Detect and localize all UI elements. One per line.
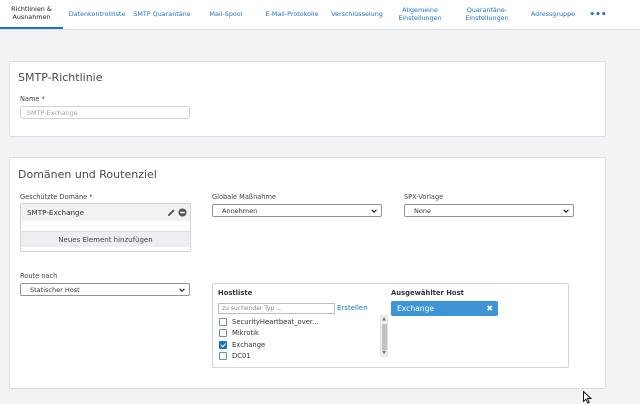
host-list-item-label: Mikrotik bbox=[232, 328, 259, 337]
spx-template-value: None bbox=[414, 206, 431, 215]
host-list-item[interactable]: Exchange bbox=[219, 339, 265, 350]
host-list-item[interactable]: SecurityHeartbeat_over... bbox=[219, 316, 319, 327]
checkbox[interactable] bbox=[219, 328, 227, 337]
tab-encryption[interactable]: Verschlüsselung bbox=[328, 0, 386, 29]
host-list-scrollbar[interactable]: ▲ ▼ bbox=[380, 315, 388, 357]
protected-domain-box: SMTP-Exchange Neues Element hinzufügen bbox=[20, 203, 191, 252]
name-field[interactable]: SMTP-Exchange bbox=[20, 106, 190, 119]
protected-domain-item: SMTP-Exchange bbox=[21, 204, 190, 221]
edit-icon[interactable] bbox=[167, 208, 176, 217]
spx-template-select[interactable]: None bbox=[404, 204, 574, 217]
route-to-value: Statischer Host bbox=[30, 285, 80, 294]
tab-smtp-quarantine[interactable]: SMTP Quarantäne bbox=[131, 0, 193, 29]
host-list-item[interactable]: DC01 bbox=[219, 350, 251, 361]
chevron-down-icon bbox=[179, 288, 185, 292]
scroll-up-icon[interactable]: ▲ bbox=[381, 316, 387, 322]
protected-domain-label: Geschützte Domäne * bbox=[20, 193, 93, 201]
host-picker: Hostliste zu suchender Typ ... Erstellen… bbox=[212, 283, 569, 368]
scrollbar-thumb[interactable] bbox=[382, 324, 387, 350]
selected-host-chip: Exchange ✖ bbox=[391, 301, 498, 316]
host-list-item-label: Exchange bbox=[232, 340, 266, 349]
global-action-value: Annehmen bbox=[222, 206, 258, 215]
tab-mail-spool[interactable]: Mail-Spool bbox=[196, 0, 256, 29]
route-to-label: Route nach bbox=[20, 272, 58, 280]
tab-quarantine-settings[interactable]: Quarantäne- Einstellungen bbox=[456, 0, 518, 29]
checkbox-checked[interactable] bbox=[219, 340, 227, 349]
remove-icon[interactable] bbox=[178, 208, 187, 217]
route-to-select[interactable]: Statischer Host bbox=[20, 283, 190, 296]
host-list-item-label: DC01 bbox=[232, 351, 251, 360]
smtp-policy-panel: SMTP-Richtlinie Name * SMTP-Exchange bbox=[9, 61, 606, 137]
protected-domain-value: SMTP-Exchange bbox=[27, 208, 85, 217]
scroll-down-icon[interactable]: ▼ bbox=[381, 350, 387, 356]
tab-address-group[interactable]: Adressgruppe bbox=[524, 0, 582, 29]
host-list-title: Hostliste bbox=[218, 289, 253, 297]
host-list-item-label: SecurityHeartbeat_over... bbox=[232, 317, 319, 326]
checkbox[interactable] bbox=[219, 351, 227, 360]
panel-title: SMTP-Richtlinie bbox=[18, 71, 103, 84]
tab-data-control-list[interactable]: Datenkontrollliste bbox=[64, 0, 130, 29]
remove-host-icon[interactable]: ✖ bbox=[486, 304, 493, 313]
spx-template-label: SPX-Vorlage bbox=[404, 193, 444, 201]
host-search-input[interactable]: zu suchender Typ ... bbox=[218, 303, 335, 314]
chevron-down-icon bbox=[563, 209, 569, 213]
chevron-down-icon bbox=[371, 209, 377, 213]
tab-email-logs[interactable]: E-Mail-Protokolle bbox=[260, 0, 324, 29]
tab-general-settings[interactable]: Allgemeine Einstellungen bbox=[389, 0, 451, 29]
selected-host-value: Exchange bbox=[397, 304, 435, 313]
host-list-item[interactable]: Mikrotik bbox=[219, 327, 259, 338]
tab-policies-exceptions[interactable]: Richtlinien & Ausnahmen bbox=[0, 0, 63, 29]
add-new-item-button[interactable]: Neues Element hinzufügen bbox=[21, 231, 190, 247]
name-label: Name * bbox=[20, 95, 45, 103]
selected-host-title: Ausgewählter Host bbox=[391, 289, 464, 297]
mouse-cursor-icon bbox=[583, 391, 592, 404]
create-host-link[interactable]: Erstellen bbox=[337, 304, 368, 312]
tab-bar: Richtlinien & Ausnahmen Datenkontrolllis… bbox=[0, 0, 640, 30]
more-tabs-icon[interactable]: ••• bbox=[589, 0, 607, 29]
checkbox[interactable] bbox=[219, 317, 227, 326]
panel-title: Domänen und Routenziel bbox=[18, 168, 157, 181]
global-action-label: Globale Maßnahme bbox=[212, 193, 276, 201]
global-action-select[interactable]: Annehmen bbox=[212, 204, 382, 217]
domains-route-panel: Domänen und Routenziel Geschützte Domäne… bbox=[9, 157, 606, 389]
